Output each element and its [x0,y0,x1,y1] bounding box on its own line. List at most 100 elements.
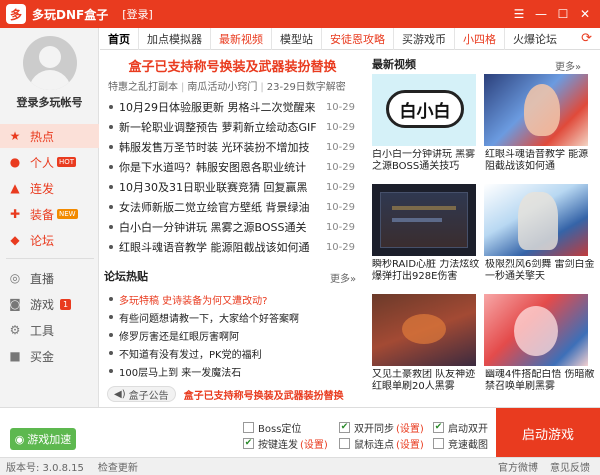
gamepad-icon: ◙ [9,297,21,311]
launch-game-button[interactable]: 启动游戏 [496,408,600,458]
dual-sync-option[interactable]: ✔ 双开同步 (设置) [339,420,424,435]
checkbox[interactable] [243,422,254,433]
notice-button[interactable]: ◀) 盒子公告 [107,386,176,402]
sidebar-item-tools[interactable]: ⚙ 工具 [0,318,99,342]
mouse-click-settings-link[interactable]: (设置) [396,436,424,451]
new-badge: NEW [57,209,78,219]
notice-text[interactable]: 盒子已支持称号换装及武器装扮替换 [184,387,344,402]
forum-more-link[interactable]: 更多» [330,270,356,285]
video-thumbnail[interactable] [484,294,588,366]
version-label: 版本号: 3.0.8.15 [6,463,84,474]
rapid-fire-icon: ▲ [10,181,20,195]
sidebar-item-forum[interactable]: ◆ 论坛 [0,228,99,252]
sidebar-item-label: 游戏 [30,297,55,312]
list-item[interactable]: 修罗厉害还是红眼厉害啊阿 [107,326,355,344]
sidebar-item-rapid-fire[interactable]: ▲ 连发 [0,176,99,200]
tab-skill-simulator[interactable]: 加点模拟器 [139,27,211,50]
equipment-icon: ✚ [9,207,21,221]
tab-latest-videos[interactable]: 最新视频 [211,27,272,50]
video-caption[interactable]: 红眼斗魂语音教学 能源阻截战该如何通 [485,149,595,173]
list-item[interactable]: 女法师新版二觉立绘官方壁纸 背景绿油 10-29 [107,197,355,217]
avatar[interactable] [23,36,77,90]
checkbox[interactable]: ✔ [433,422,444,433]
boss-locate-option[interactable]: Boss定位 [243,420,301,435]
tab-comics[interactable]: 小四格 [455,27,505,50]
login-account-link[interactable]: 登录多玩帐号 [0,94,99,110]
list-item[interactable]: 有些问题想请教一下，大家给个好答案啊 [107,308,355,326]
sidebar-item-personal[interactable]: ● 个人 HOT [0,150,99,174]
list-item[interactable]: 10月30及31日职业联赛竞猜 回复赢黑 10-29 [107,177,355,197]
maximize-button[interactable]: ☐ [552,0,574,28]
sidebar-item-games[interactable]: ◙ 游戏 1 [0,292,99,316]
subhead-link[interactable]: 23-29日数字解密 [267,82,346,93]
tab-model-site[interactable]: 模型站 [272,27,322,50]
list-item[interactable]: 10月29日体验服更新 男格斗二次觉醒来 10-29 [107,97,355,117]
video-thumbnail[interactable]: 白小白 [372,74,476,146]
title-bar: 多 多玩DNF盒子 [登录] ☰ — ☐ ✕ [0,0,600,28]
sidebar-item-label: 买金 [30,349,55,364]
list-item[interactable]: 韩服发售万圣节时装 光环装扮不增加技 10-29 [107,137,355,157]
feedback-link[interactable]: 意见反馈 [550,459,590,474]
tab-hot-forum[interactable]: 火爆论坛 [505,28,565,50]
checkbox[interactable]: ✔ [339,422,350,433]
list-item[interactable]: 不知道有没有发过，PK党的福利 [107,344,355,362]
sidebar-item-hot[interactable]: ★ 热点 [0,124,99,148]
sidebar-item-label: 热点 [30,129,55,144]
mouse-click-option[interactable]: 鼠标连点 (设置) [339,436,424,451]
video-caption[interactable]: 又见土豪救团 队友神迹红眼单刷20人黑雾 [372,369,482,393]
race-screenshot-option[interactable]: 竞速截图 [433,436,488,451]
close-button[interactable]: ✕ [574,0,596,28]
hot-badge: HOT [57,157,77,167]
list-item[interactable]: 多玩特稿 史诗装备为何又遭改动? [107,290,355,308]
list-item[interactable]: 你是下水道吗？韩服安图恩各职业统计 10-29 [107,157,355,177]
checkbox[interactable] [433,438,444,449]
menu-icon[interactable]: ☰ [508,0,530,28]
video-caption[interactable]: 幽魂4件搭配白悟 伤暗敝禁召唤单刷黑雾 [485,369,595,393]
hotkey-repeat-option[interactable]: ✔ 按键连发 (设置) [243,436,328,451]
hotkey-settings-link[interactable]: (设置) [300,436,328,451]
sidebar-item-label: 个人 [30,155,55,170]
video-caption[interactable]: 极限烈风6剑舞 雷剑白金 一秒通关擎天 [485,259,595,283]
video-thumbnail[interactable] [484,184,588,256]
check-update-link[interactable]: 检查更新 [98,459,138,474]
login-link[interactable]: [登录] [122,6,153,22]
video-thumbnail[interactable] [372,294,476,366]
subhead-link[interactable]: 特惠之乱打副本 [108,82,178,93]
subhead-link[interactable]: 南瓜活动小窍门 [187,82,257,93]
tool-icon: ⚙ [9,323,21,337]
videos-more-link[interactable]: 更多» [555,58,581,73]
videos-section-title: 最新视频 [372,58,416,71]
tab-buy-gold[interactable]: 买游戏币 [394,27,455,50]
checkbox[interactable] [339,438,350,449]
list-item[interactable]: 红眼斗魂语音教学 能源阻截战该如何通 10-29 [107,237,355,257]
dual-sync-settings-link[interactable]: (设置) [396,420,424,435]
tab-home[interactable]: 首页 [100,27,139,50]
video-caption[interactable]: 白小白一分钟讲玩 黑雾之源BOSS通关技巧 [372,149,482,173]
sidebar-item-gold[interactable]: ■ 买金 [0,344,99,368]
checkbox[interactable]: ✔ [243,438,254,449]
video-caption[interactable]: 瞬秒RAID心脏 力法炫纹爆弹打出928E伤害 [372,259,482,283]
gold-icon: ■ [9,349,21,363]
bottom-toolbar: ◉ 游戏加速 Boss定位 ✔ 按键连发 (设置) ✔ 双开同步 (设置) 鼠标连点 (设置… [0,407,600,458]
news-headline[interactable]: 盒子已支持称号换装及武器装扮替换 [105,56,360,75]
list-item[interactable]: 新一轮职业调整预告 萝莉新立绘动态GIF 10-29 [107,117,355,137]
list-item[interactable]: 白小白一分钟讲玩 黑雾之源BOSS通关 10-29 [107,217,355,237]
status-bar: 版本号: 3.0.8.15 检查更新 官方微博 意见反馈 [0,457,600,475]
speedup-icon: ◉ [14,432,25,446]
user-icon: ● [9,155,21,169]
minimize-button[interactable]: — [530,0,552,28]
sidebar-item-live[interactable]: ◎ 直播 [0,266,99,290]
video-thumbnail[interactable] [484,74,588,146]
game-speedup-button[interactable]: ◉ 游戏加速 [10,428,76,450]
sidebar: 登录多玩帐号 ★ 热点 ● 个人 HOT ▲ 连发 ✚ 装备 NEW ◆ 论坛 … [0,28,99,407]
launch-dual-option[interactable]: ✔ 启动双开 [433,420,488,435]
tab-anton-guide[interactable]: 安徒恩攻略 [322,27,394,50]
video-thumbnail[interactable] [372,184,476,256]
nav-tabs: 首页 加点模拟器 最新视频 模型站 安徒恩攻略 买游戏币 小四格 火爆论坛 ⟳ [100,27,600,50]
list-item[interactable]: 100层马上到 来一发魔法石 [107,362,355,380]
refresh-icon[interactable]: ⟳ [581,31,592,46]
official-weibo-link[interactable]: 官方微博 [498,459,538,474]
star-icon: ★ [9,129,21,143]
sidebar-item-equipment[interactable]: ✚ 装备 NEW [0,202,99,226]
live-icon: ◎ [9,271,21,285]
